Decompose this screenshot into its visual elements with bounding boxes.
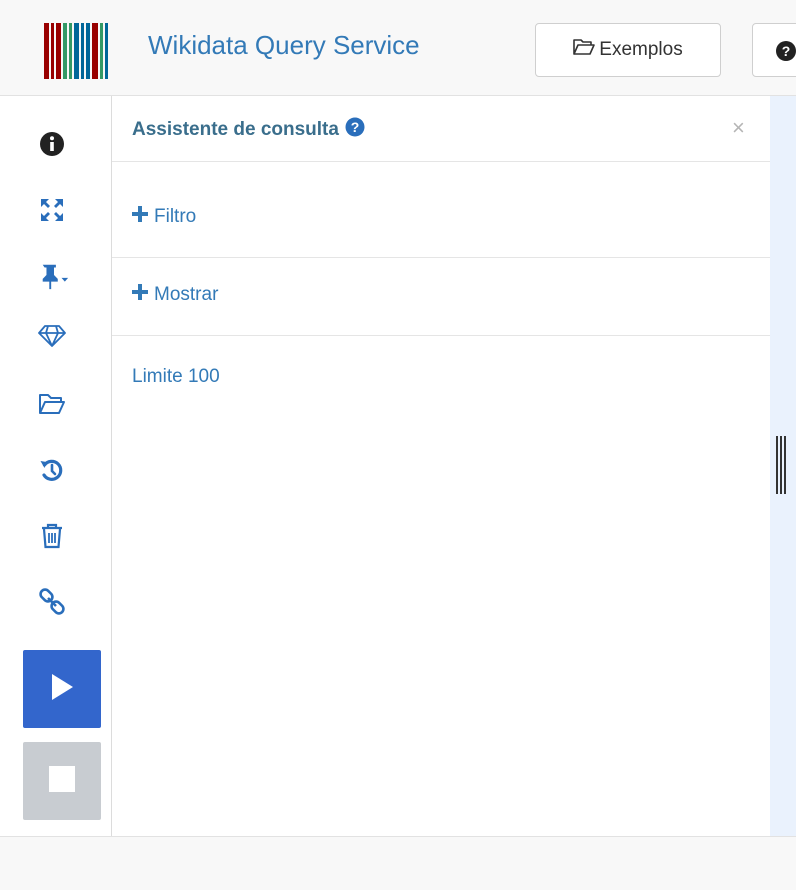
plus-icon — [132, 206, 148, 228]
svg-text:?: ? — [351, 119, 360, 135]
add-show-link[interactable]: Mostrar — [132, 284, 218, 306]
fullscreen-icon[interactable] — [36, 194, 68, 226]
folder-open-icon[interactable] — [36, 388, 68, 420]
question-circle-icon[interactable]: ? — [345, 117, 365, 143]
panel-header: Assistente de consulta ? × — [112, 96, 770, 162]
panel-title-text: Assistente de consulta — [132, 119, 339, 140]
trash-icon[interactable] — [36, 520, 68, 552]
logo-bar — [69, 23, 72, 79]
add-filter-link[interactable]: Filtro — [132, 206, 196, 228]
add-filter-label: Filtro — [154, 206, 197, 227]
stop-query-button[interactable] — [23, 742, 101, 820]
resize-handle[interactable] — [776, 436, 788, 494]
brand-title[interactable]: Wikidata Query Service — [148, 30, 420, 61]
close-icon[interactable]: × — [732, 115, 745, 141]
limit-link[interactable]: Limite 100 — [132, 366, 220, 388]
history-icon[interactable] — [36, 454, 68, 486]
pin-icon[interactable] — [38, 260, 70, 292]
help-button[interactable]: ? — [752, 23, 796, 77]
panel-title: Assistente de consulta ? — [132, 117, 365, 143]
top-navbar: Wikidata Query Service Exemplos ? — [0, 0, 796, 96]
logo-bar — [92, 23, 98, 79]
link-icon[interactable] — [36, 586, 68, 618]
info-icon[interactable] — [36, 128, 68, 160]
show-row: Mostrar — [112, 258, 770, 336]
logo-bar — [56, 23, 61, 79]
logo-bar — [86, 23, 90, 79]
logo-bar — [105, 23, 108, 79]
logo-bar — [51, 23, 54, 79]
logo-bar — [81, 23, 84, 79]
folder-open-icon — [573, 38, 596, 62]
add-show-label: Mostrar — [154, 284, 219, 305]
logo-bar — [100, 23, 103, 79]
question-circle-icon: ? — [775, 41, 796, 66]
examples-label: Exemplos — [599, 39, 683, 60]
svg-text:?: ? — [782, 43, 791, 59]
wikidata-logo[interactable] — [44, 23, 130, 79]
editor-toolbar — [0, 96, 112, 836]
plus-icon — [132, 284, 148, 306]
run-query-button[interactable] — [23, 650, 101, 728]
filter-row: Filtro — [112, 162, 770, 258]
query-helper-panel: Assistente de consulta ? × Filtro Mostra… — [112, 96, 770, 836]
logo-bar — [44, 23, 49, 79]
bottom-bar — [0, 836, 796, 890]
play-icon — [50, 673, 74, 706]
gem-icon[interactable] — [36, 320, 68, 352]
logo-bar — [74, 23, 79, 79]
logo-bar — [63, 23, 67, 79]
stop-icon — [49, 765, 75, 797]
examples-button[interactable]: Exemplos — [535, 23, 721, 77]
